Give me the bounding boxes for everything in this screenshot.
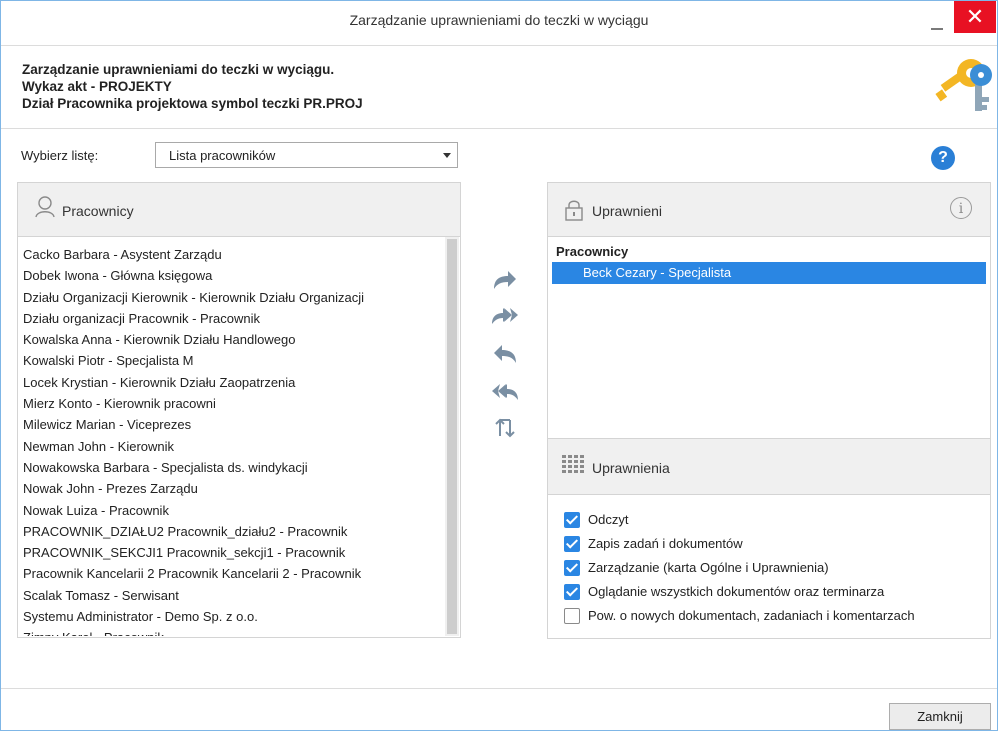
employee-list-item[interactable]: Pracownik Kancelarii 2 Pracownik Kancela… <box>23 563 443 584</box>
keys-icon <box>935 59 992 111</box>
employee-list-item[interactable]: Działu organizacji Pracownik - Pracownik <box>23 308 443 329</box>
close-window-button[interactable]: ✕ <box>954 1 996 33</box>
list-selector-dropdown[interactable]: Lista pracowników <box>155 142 458 168</box>
header-top-divider <box>1 45 997 46</box>
list-selector-value: Lista pracowników <box>169 148 276 163</box>
lock-icon <box>565 200 583 221</box>
employees-scrollbar-thumb[interactable] <box>447 239 457 634</box>
dialog-window: Zarządzanie uprawnieniami do teczki w wy… <box>0 0 998 731</box>
employee-list-item[interactable]: Milewicz Marian - Viceprezes <box>23 414 443 435</box>
header-bottom-divider <box>1 128 997 129</box>
footer-divider <box>1 688 997 689</box>
employee-list-item[interactable]: Kowalska Anna - Kierownik Działu Handlow… <box>23 329 443 350</box>
employee-list-item[interactable]: Mierz Konto - Kierownik pracowni <box>23 393 443 414</box>
permission-option-label: Oglądanie wszystkich dokumentów oraz ter… <box>588 584 885 599</box>
checkbox-checked[interactable] <box>564 536 580 552</box>
employee-list-item[interactable]: Dobek Iwona - Główna księgowa <box>23 265 443 286</box>
employee-list-item[interactable]: PRACOWNIK_DZIAŁU2 Pracownik_działu2 - Pr… <box>23 521 443 542</box>
employee-list-item[interactable]: Locek Krystian - Kierownik Działu Zaopat… <box>23 372 443 393</box>
permission-option-label: Zarządzanie (karta Ogólne i Uprawnienia) <box>588 560 829 575</box>
employee-list-item[interactable]: Nowak Luiza - Pracownik <box>23 500 443 521</box>
move-right-icon[interactable] <box>490 267 520 293</box>
close-button[interactable]: Zamknij <box>889 703 991 730</box>
permissions-panel-title: Uprawnienia <box>592 460 670 476</box>
employee-list-item[interactable]: Newman John - Kierownik <box>23 436 443 457</box>
authorized-selected-label: Beck Cezary - Specjalista <box>583 265 732 280</box>
header-line-3: Dział Pracownika projektowa symbol teczk… <box>22 96 363 111</box>
employee-list-item[interactable]: Nowakowska Barbara - Specjalista ds. win… <box>23 457 443 478</box>
permission-option-label: Zapis zadań i dokumentów <box>588 536 743 551</box>
authorized-panel-title: Uprawnieni <box>592 203 663 219</box>
employee-list-item[interactable]: Działu Organizacji Kierownik - Kierownik… <box>23 287 443 308</box>
move-all-right-icon[interactable] <box>490 303 520 329</box>
swap-icon[interactable] <box>490 415 520 441</box>
employee-list-item[interactable]: Nowak John - Prezes Zarządu <box>23 478 443 499</box>
move-all-left-icon[interactable] <box>490 379 520 405</box>
authorized-panel: Uprawnieni i <box>547 182 991 439</box>
employee-list-item[interactable]: Systemu Administrator - Demo Sp. z o.o. <box>23 606 443 627</box>
checkbox-checked[interactable] <box>564 584 580 600</box>
employees-panel-title: Pracownicy <box>62 203 134 219</box>
checkbox-checked[interactable] <box>564 512 580 528</box>
chevron-down-icon <box>443 153 451 158</box>
info-icon[interactable]: i <box>950 197 972 219</box>
checkbox-checked[interactable] <box>564 560 580 576</box>
employees-panel-header: Pracownicy <box>18 183 460 237</box>
help-icon[interactable]: ? <box>931 146 955 170</box>
dialog-header: Zarządzanie uprawnieniami do teczki w wy… <box>22 61 363 112</box>
user-icon <box>35 196 55 218</box>
checkbox-unchecked[interactable] <box>564 608 580 624</box>
employees-list[interactable]: Cacko Barbara - Asystent Zarządu Dobek Iw… <box>23 244 443 636</box>
title-bar: Zarządzanie uprawnieniami do teczki w wy… <box>1 1 997 43</box>
employee-list-item[interactable]: Scalak Tomasz - Serwisant <box>23 585 443 606</box>
list-selector-label: Wybierz listę: <box>21 148 99 163</box>
header-line-2: Wykaz akt - PROJEKTY <box>22 79 172 94</box>
authorized-selected-item[interactable]: Beck Cezary - Specjalista <box>552 262 986 284</box>
header-line-1: Zarządzanie uprawnieniami do teczki w wy… <box>22 62 335 77</box>
employee-list-item[interactable]: Zimny Karol - Pracownik <box>23 627 443 636</box>
grid-icon <box>562 455 584 473</box>
minimize-button[interactable] <box>921 5 953 35</box>
employee-list-item[interactable]: Cacko Barbara - Asystent Zarządu <box>23 244 443 265</box>
permissions-panel-header: Uprawnienia <box>548 439 990 495</box>
employee-list-item[interactable]: Kowalski Piotr - Specjalista M <box>23 350 443 371</box>
authorized-panel-header: Uprawnieni i <box>548 183 990 237</box>
move-left-icon[interactable] <box>490 341 520 367</box>
permission-option-label: Odczyt <box>588 512 629 527</box>
authorized-group-label[interactable]: Pracownicy <box>556 244 628 259</box>
employee-list-item[interactable]: PRACOWNIK_SEKCJI1 Pracownik_sekcji1 - Pr… <box>23 542 443 563</box>
permission-option-label: Pow. o nowych dokumentach, zadaniach i k… <box>588 608 915 623</box>
window-title: Zarządzanie uprawnieniami do teczki w wy… <box>349 12 649 28</box>
